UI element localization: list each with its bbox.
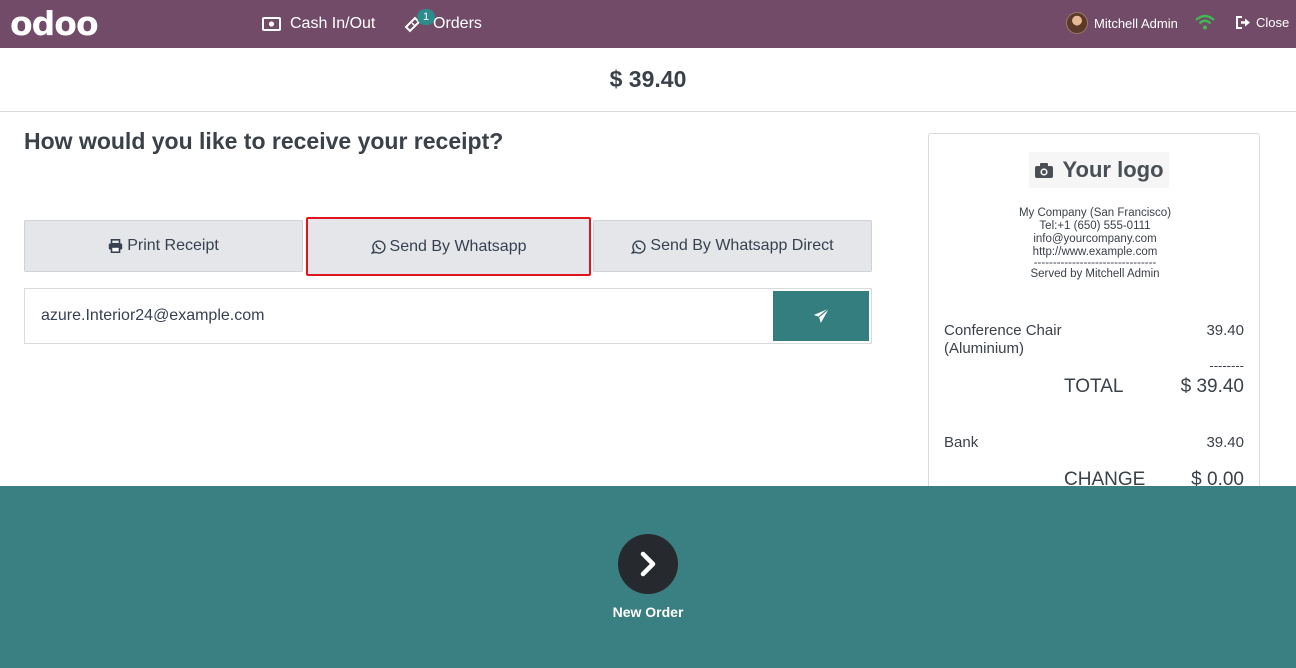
user-menu[interactable]: Mitchell Admin bbox=[1066, 12, 1178, 34]
send-by-whatsapp-button[interactable]: Send By Whatsapp bbox=[306, 217, 591, 276]
camera-icon bbox=[1035, 162, 1054, 178]
receipt-preview: Your logo My Company (San Francisco) Tel… bbox=[928, 133, 1260, 533]
print-receipt-button[interactable]: Print Receipt bbox=[24, 220, 303, 272]
company-phone: Tel:+1 (650) 555-0111 bbox=[1039, 220, 1151, 232]
receipt-logo-text: Your logo bbox=[1062, 157, 1164, 182]
total-amount: $ 39.40 bbox=[609, 66, 687, 92]
avatar bbox=[1066, 12, 1088, 34]
receipt-logo: Your logo bbox=[1029, 152, 1169, 188]
top-navbar: odoo Cash In/Out 1 Orders Mitchell Admin… bbox=[0, 0, 1296, 48]
chevron-right-icon bbox=[640, 551, 656, 577]
whatsapp-icon bbox=[631, 239, 646, 254]
company-separator: -------------------------------- bbox=[1033, 257, 1157, 269]
total-value: $ 39.40 bbox=[1180, 376, 1244, 397]
orders-button[interactable]: 1 Orders bbox=[404, 0, 482, 48]
money-icon bbox=[262, 17, 281, 31]
whatsapp-icon bbox=[370, 240, 386, 254]
send-by-whatsapp-direct-label: Send By Whatsapp Direct bbox=[650, 237, 834, 254]
served-by: Served by Mitchell Admin bbox=[1030, 268, 1160, 280]
total-label: TOTAL bbox=[1064, 376, 1124, 397]
new-order-button[interactable] bbox=[618, 534, 678, 594]
paper-plane-icon bbox=[813, 308, 829, 323]
wifi-icon bbox=[1195, 14, 1215, 30]
email-send-group bbox=[24, 288, 872, 344]
send-email-button[interactable] bbox=[773, 291, 869, 341]
odoo-logo: odoo bbox=[10, 4, 99, 43]
print-icon bbox=[109, 239, 123, 253]
bottom-action-panel: New Order bbox=[0, 486, 1296, 668]
company-email: info@yourcompany.com bbox=[1033, 233, 1157, 245]
send-by-whatsapp-direct-button[interactable]: Send By Whatsapp Direct bbox=[593, 220, 872, 272]
company-name: My Company (San Francisco) bbox=[1018, 207, 1172, 219]
sign-out-icon bbox=[1236, 16, 1250, 29]
company-info: My Company (San Francisco) Tel:+1 (650) … bbox=[929, 207, 1259, 281]
send-by-whatsapp-label: Send By Whatsapp bbox=[389, 237, 527, 255]
payment-method: Bank bbox=[944, 434, 979, 451]
new-order-label: New Order bbox=[612, 604, 684, 620]
total-separator: -------- bbox=[1209, 358, 1244, 373]
user-name: Mitchell Admin bbox=[1094, 15, 1178, 31]
cash-in-out-button[interactable]: Cash In/Out bbox=[262, 0, 375, 48]
email-input[interactable] bbox=[25, 289, 773, 343]
orders-count-badge: 1 bbox=[417, 9, 436, 25]
payment-amount: 39.40 bbox=[1206, 434, 1244, 451]
close-label: Close bbox=[1256, 15, 1290, 30]
cash-in-out-label: Cash In/Out bbox=[290, 15, 376, 32]
total-amount-header: $ 39.40 bbox=[0, 48, 1296, 112]
print-receipt-label: Print Receipt bbox=[127, 237, 219, 254]
receipt-question: How would you like to receive your recei… bbox=[24, 128, 504, 154]
orders-label: Orders bbox=[433, 15, 482, 32]
send-by-whatsapp-inner: Send By Whatsapp bbox=[311, 222, 586, 271]
line-item-price: 39.40 bbox=[1206, 322, 1244, 339]
close-button[interactable]: Close bbox=[1236, 15, 1289, 30]
line-item-name: Conference Chair (Aluminium) bbox=[944, 322, 1062, 357]
